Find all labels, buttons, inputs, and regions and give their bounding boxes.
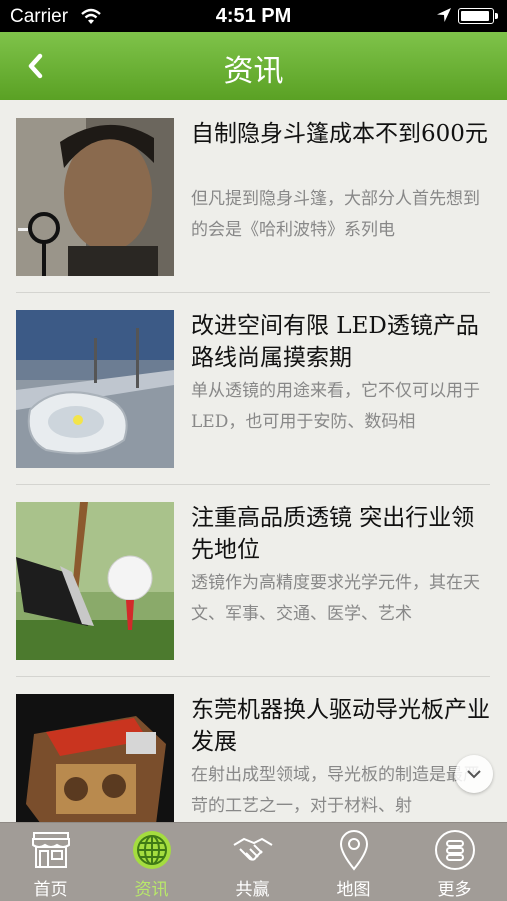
tab-cooperation[interactable]: 共赢 — [202, 823, 303, 901]
tab-label: 更多 — [437, 880, 472, 900]
battery-icon — [458, 8, 498, 24]
tab-home[interactable]: 首页 — [0, 823, 101, 901]
location-arrow-icon — [437, 8, 451, 22]
tab-label: 共赢 — [235, 880, 270, 900]
article-item[interactable]: 自制隐身斗篷成本不到600元 但凡提到隐身斗篷，大部分人首先想到的会是《哈利波特… — [16, 100, 490, 276]
article-title: 东莞机器换人驱动导光板产业发展 — [191, 697, 490, 755]
article-item[interactable]: 改进空间有限 LED透镜产品路线尚属摸索期 单从透镜的用途来看，它不仅可以用于L… — [16, 292, 490, 468]
article-item[interactable]: 东莞机器换人驱动导光板产业发展 在射出成型领域，导光板的制造是最严苛的工艺之一，… — [16, 676, 490, 822]
globe-icon — [133, 831, 171, 869]
page-title: 资讯 — [223, 54, 284, 89]
article-thumbnail — [16, 118, 174, 276]
nav-bar: 资讯 — [0, 32, 507, 100]
article-summary: 单从透镜的用途来看，它不仅可以用于LED，也可用于安防、数码相 — [191, 381, 480, 432]
status-bar: Carrier 4:51 PM — [0, 0, 507, 32]
tab-label: 地图 — [336, 880, 371, 900]
clock: 4:51 PM — [215, 5, 292, 27]
article-summary: 透镜作为高精度要求光学元件，其在天文、军事、交通、医学、艺术 — [191, 573, 480, 624]
article-thumbnail — [16, 310, 174, 468]
tab-more[interactable]: 更多 — [404, 823, 505, 901]
article-thumbnail — [16, 694, 174, 822]
chevron-down-icon — [467, 770, 481, 779]
tab-map[interactable]: 地图 — [303, 823, 404, 901]
article-item[interactable]: 注重高品质透镜 突出行业领先地位 透镜作为高精度要求光学元件，其在天文、军事、交… — [16, 484, 490, 660]
more-icon — [435, 830, 475, 870]
tab-label: 首页 — [33, 880, 68, 900]
article-title: 注重高品质透镜 突出行业领先地位 — [191, 505, 475, 563]
article-title: 自制隐身斗篷成本不到600元 — [191, 121, 488, 147]
map-pin-icon — [339, 830, 369, 871]
tab-label: 资讯 — [134, 880, 169, 900]
handshake-icon — [233, 837, 273, 861]
tab-news[interactable]: 资讯 — [101, 823, 202, 901]
scroll-down-button[interactable] — [455, 755, 493, 793]
store-icon — [32, 832, 70, 868]
article-list[interactable]: 自制隐身斗篷成本不到600元 但凡提到隐身斗篷，大部分人首先想到的会是《哈利波特… — [0, 100, 507, 822]
tab-bar: 首页 资讯 共赢 地图 更多 — [0, 822, 507, 901]
article-summary: 在射出成型领域，导光板的制造是最严苛的工艺之一，对于材料、射 — [191, 765, 480, 816]
article-title: 改进空间有限 LED透镜产品路线尚属摸索期 — [191, 313, 479, 371]
article-thumbnail — [16, 502, 174, 660]
article-summary: 但凡提到隐身斗篷，大部分人首先想到的会是《哈利波特》系列电 — [191, 189, 480, 240]
